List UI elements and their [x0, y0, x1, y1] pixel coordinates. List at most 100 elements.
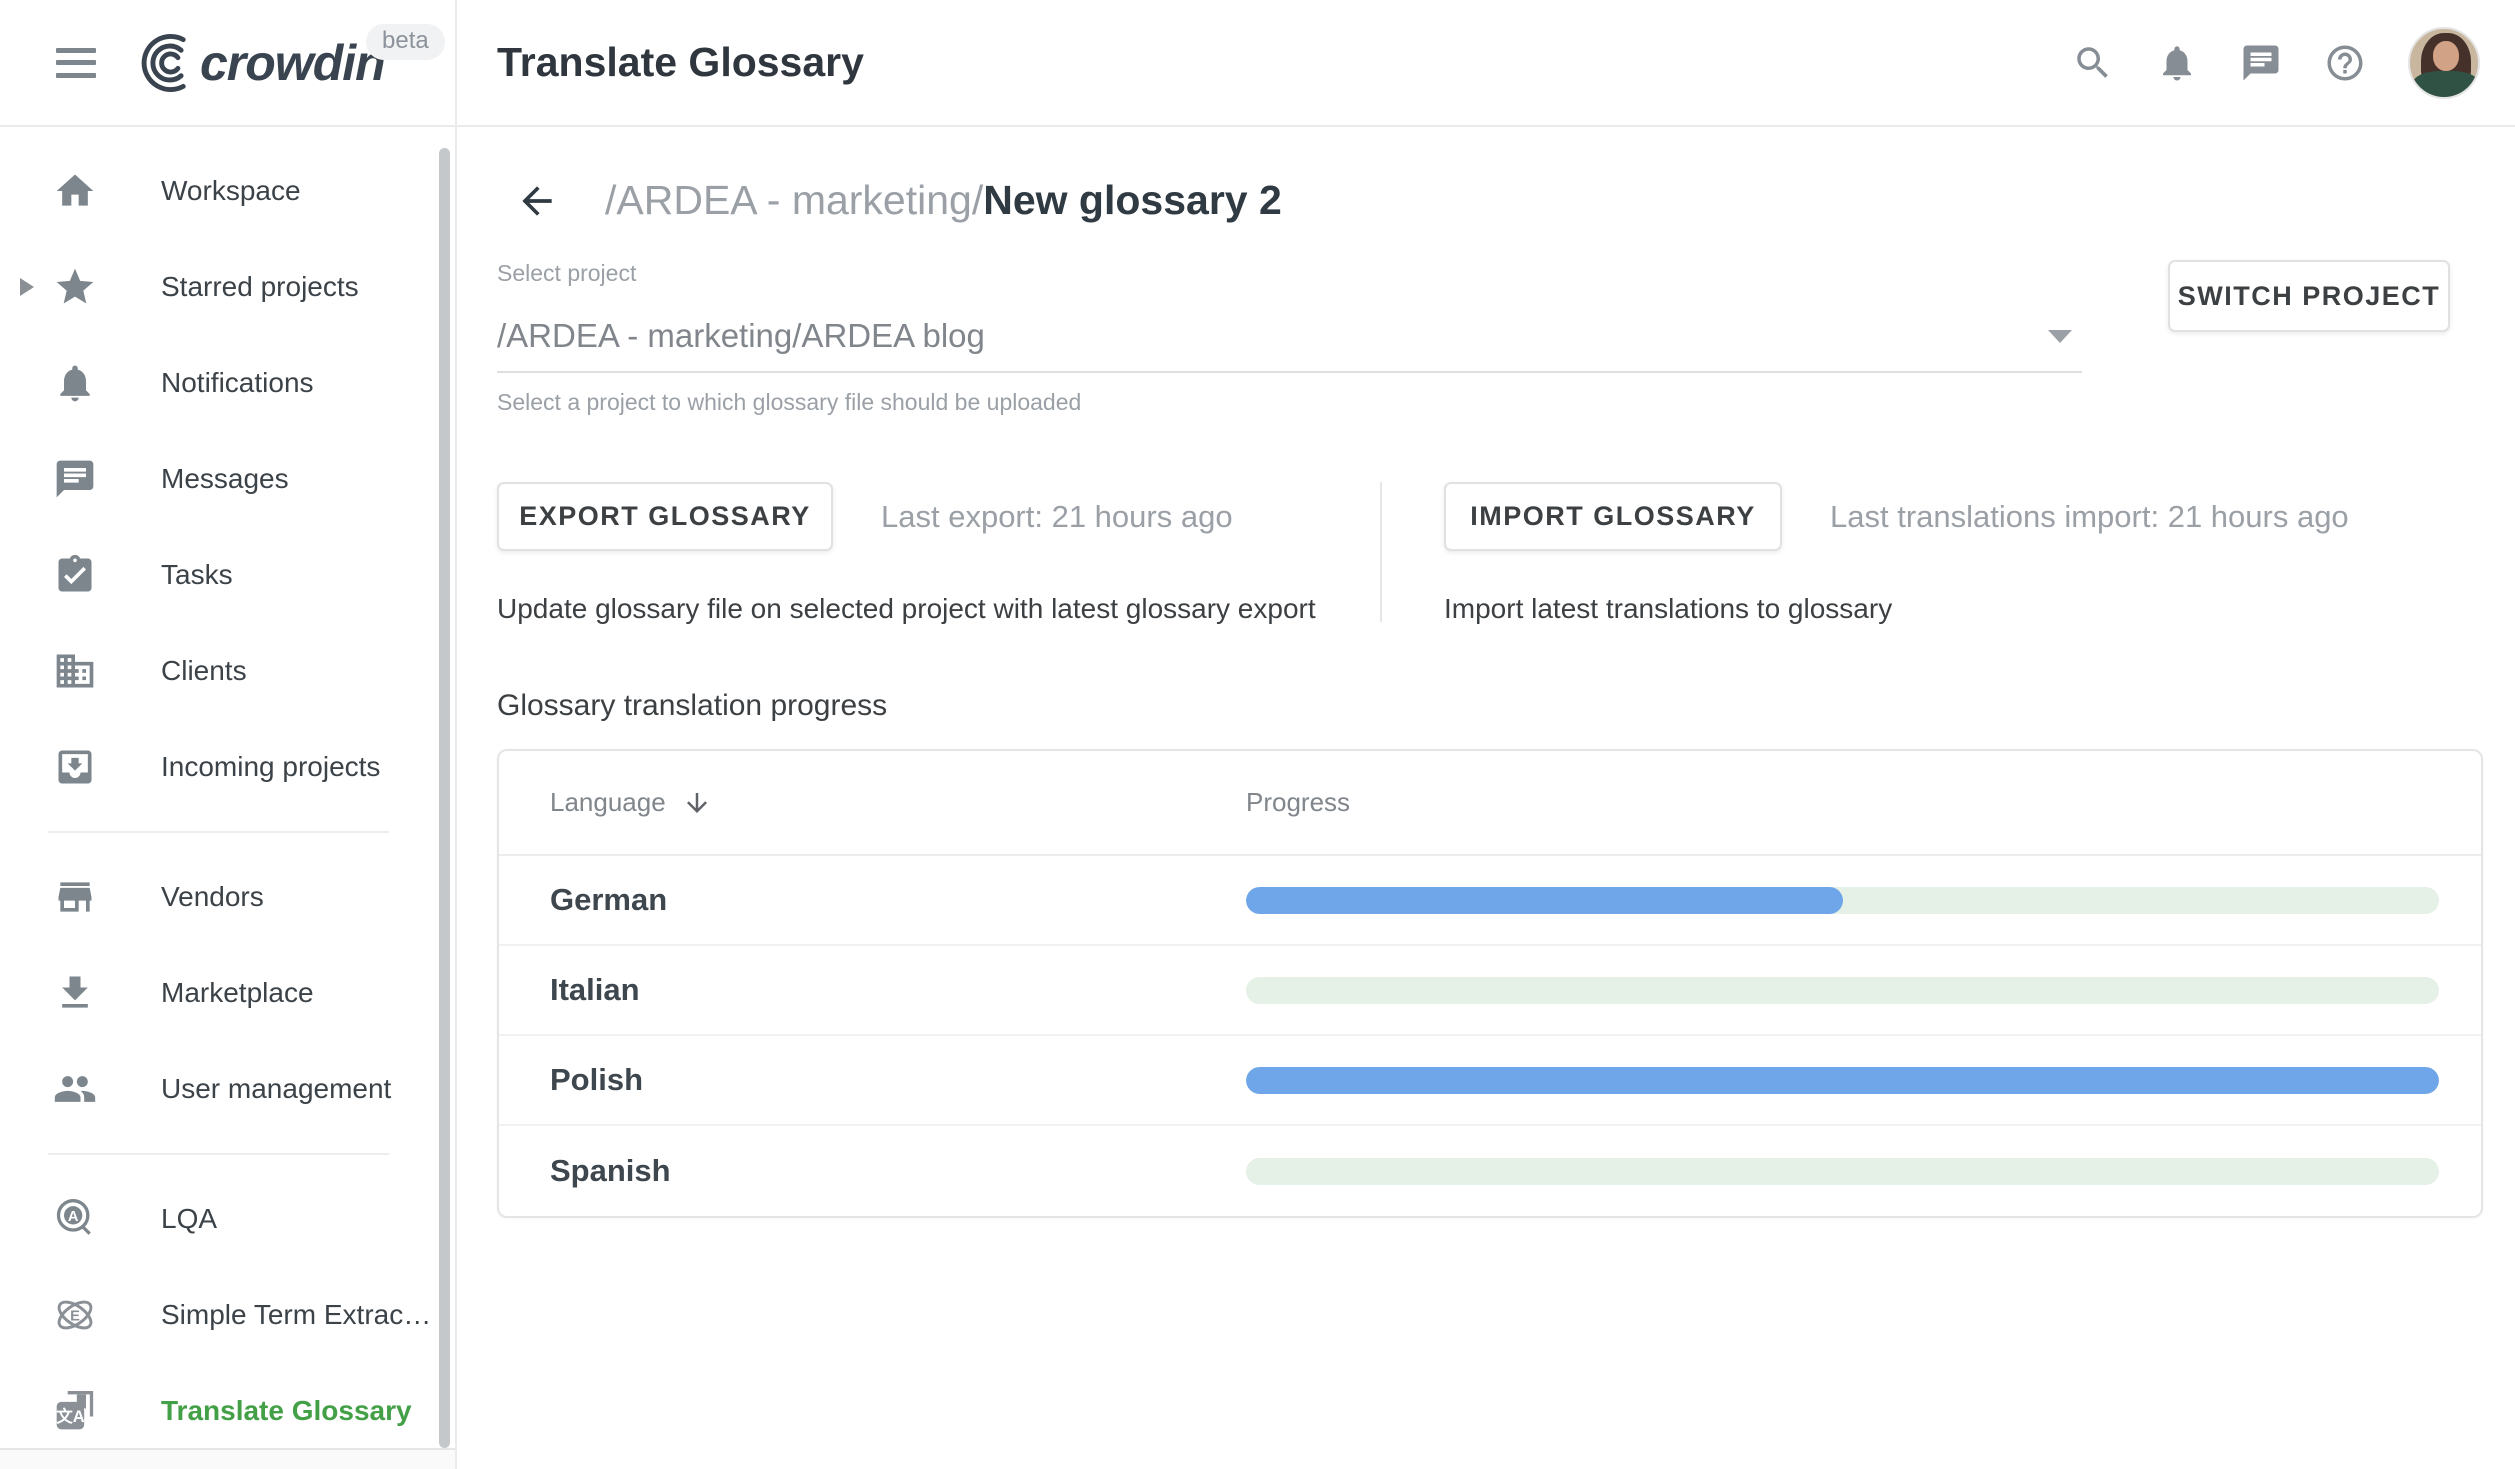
sidebar-bottom-strip — [0, 1448, 455, 1469]
chat-icon — [51, 455, 99, 503]
project-select-dropdown[interactable]: /ARDEA - marketing/ARDEA blog — [497, 301, 2082, 373]
sidebar-item-label: Marketplace — [161, 977, 314, 1009]
language-name: German — [550, 882, 667, 918]
sidebar-item-clients[interactable]: Clients — [0, 623, 455, 719]
sidebar-item-label: Incoming projects — [161, 751, 380, 783]
download-icon — [51, 969, 99, 1017]
sidebar-item-label: User management — [161, 1073, 391, 1105]
table-row: Polish — [499, 1036, 2481, 1126]
user-avatar[interactable] — [2408, 27, 2480, 99]
sidebar-item-lqa[interactable]: A LQA — [0, 1171, 455, 1267]
progress-section-title: Glossary translation progress — [497, 689, 2483, 723]
import-glossary-button[interactable]: IMPORT GLOSSARY — [1444, 482, 1782, 551]
sidebar: Workspace Starred projects Notifications… — [0, 127, 457, 1469]
top-bar: crowdin beta Translate Glossary — [0, 0, 2515, 127]
table-row: Spanish — [499, 1126, 2481, 1216]
chevron-right-icon[interactable] — [20, 278, 34, 296]
tasks-clipboard-icon — [51, 551, 99, 599]
sidebar-item-marketplace[interactable]: Marketplace — [0, 945, 455, 1041]
sidebar-item-label: Simple Term Extrac… — [161, 1299, 431, 1331]
project-select-group: Select project /ARDEA - marketing/ARDEA … — [497, 260, 2082, 416]
import-section: IMPORT GLOSSARY Last translations import… — [1382, 482, 2349, 625]
sidebar-divider — [48, 1153, 389, 1155]
language-name: Italian — [550, 972, 640, 1008]
progress-bar-fill — [1246, 1067, 2439, 1094]
logo-text: crowdin — [200, 34, 385, 92]
search-icon[interactable] — [2072, 42, 2114, 84]
translate-glossary-icon: 文A — [51, 1387, 99, 1435]
sidebar-item-vendors[interactable]: Vendors — [0, 849, 455, 945]
crowdin-logo[interactable]: crowdin — [128, 29, 385, 97]
app-root: crowdin beta Translate Glossary — [0, 0, 2515, 1469]
sidebar-item-label: Tasks — [161, 559, 233, 591]
progress-bar-fill — [1246, 887, 1843, 914]
language-name: Spanish — [550, 1153, 671, 1189]
glossary-actions-row: EXPORT GLOSSARY Last export: 21 hours ag… — [497, 482, 2483, 625]
sidebar-item-workspace[interactable]: Workspace — [0, 143, 455, 239]
export-glossary-button[interactable]: EXPORT GLOSSARY — [497, 482, 833, 551]
sidebar-item-label: Translate Glossary — [161, 1395, 412, 1427]
sidebar-item-tasks[interactable]: Tasks — [0, 527, 455, 623]
progress-bar — [1246, 1158, 2439, 1185]
page-title: Translate Glossary — [497, 39, 2072, 86]
inbox-download-icon — [51, 743, 99, 791]
atom-icon: E — [51, 1291, 99, 1339]
sort-descending-arrow-icon[interactable] — [682, 788, 712, 818]
breadcrumb: /ARDEA - marketing/New glossary 2 — [605, 177, 1282, 224]
sidebar-item-label: Vendors — [161, 881, 264, 913]
lqa-icon: A — [51, 1195, 99, 1243]
export-description: Update glossary file on selected project… — [497, 593, 1380, 625]
svg-text:文A: 文A — [56, 1406, 85, 1426]
project-select-value: /ARDEA - marketing/ARDEA blog — [497, 317, 985, 355]
messages-chat-icon[interactable] — [2240, 42, 2282, 84]
top-bar-brand-area: crowdin beta — [0, 0, 457, 125]
sidebar-item-starred-projects[interactable]: Starred projects — [0, 239, 455, 335]
help-icon[interactable] — [2324, 42, 2366, 84]
hamburger-menu-icon[interactable] — [56, 48, 96, 78]
sidebar-item-messages[interactable]: Messages — [0, 431, 455, 527]
import-status: Last translations import: 21 hours ago — [1830, 499, 2349, 535]
progress-bar — [1246, 887, 2439, 914]
table-row: Italian — [499, 946, 2481, 1036]
people-icon — [51, 1065, 99, 1113]
sidebar-item-label: Clients — [161, 655, 247, 687]
sidebar-item-user-management[interactable]: User management — [0, 1041, 455, 1137]
sidebar-item-incoming-projects[interactable]: Incoming projects — [0, 719, 455, 815]
sidebar-item-label: Messages — [161, 463, 289, 495]
sidebar-item-label: LQA — [161, 1203, 217, 1235]
beta-badge: beta — [366, 24, 445, 60]
table-row: German — [499, 856, 2481, 946]
language-name: Polish — [550, 1062, 643, 1098]
progress-table-header: Language Progress — [499, 751, 2481, 856]
top-bar-actions — [2072, 27, 2480, 99]
switch-project-button[interactable]: SWITCH PROJECT — [2168, 260, 2450, 332]
sidebar-scrollbar[interactable] — [439, 148, 450, 1448]
progress-bar — [1246, 977, 2439, 1004]
export-section: EXPORT GLOSSARY Last export: 21 hours ag… — [497, 482, 1380, 625]
import-description: Import latest translations to glossary — [1444, 593, 2349, 625]
sidebar-item-translate-glossary[interactable]: 文A Translate Glossary — [0, 1363, 455, 1459]
notifications-bell-icon[interactable] — [2156, 42, 2198, 84]
crowdin-logo-icon — [128, 29, 196, 97]
breadcrumb-prefix[interactable]: /ARDEA - marketing/ — [605, 177, 983, 223]
column-header-language[interactable]: Language — [550, 787, 666, 818]
column-header-progress[interactable]: Progress — [1246, 787, 1350, 817]
breadcrumb-current: New glossary 2 — [983, 177, 1282, 223]
project-select-label: Select project — [497, 260, 2082, 287]
sidebar-item-label: Notifications — [161, 367, 314, 399]
sidebar-divider — [48, 831, 389, 833]
storefront-icon — [51, 873, 99, 921]
chevron-down-icon — [2048, 330, 2072, 343]
back-arrow-icon[interactable] — [515, 179, 559, 223]
main-content: /ARDEA - marketing/New glossary 2 Select… — [457, 127, 2515, 1469]
breadcrumb-row: /ARDEA - marketing/New glossary 2 — [497, 177, 2483, 224]
home-icon — [51, 167, 99, 215]
progress-bar — [1246, 1067, 2439, 1094]
svg-text:A: A — [68, 1209, 79, 1225]
sidebar-item-label: Starred projects — [161, 271, 359, 303]
svg-text:E: E — [70, 1309, 80, 1325]
sidebar-item-notifications[interactable]: Notifications — [0, 335, 455, 431]
project-select-helper: Select a project to which glossary file … — [497, 389, 2082, 416]
sidebar-item-simple-term-extraction[interactable]: E Simple Term Extrac… — [0, 1267, 455, 1363]
progress-table: Language Progress German Italian Polish — [497, 749, 2483, 1218]
